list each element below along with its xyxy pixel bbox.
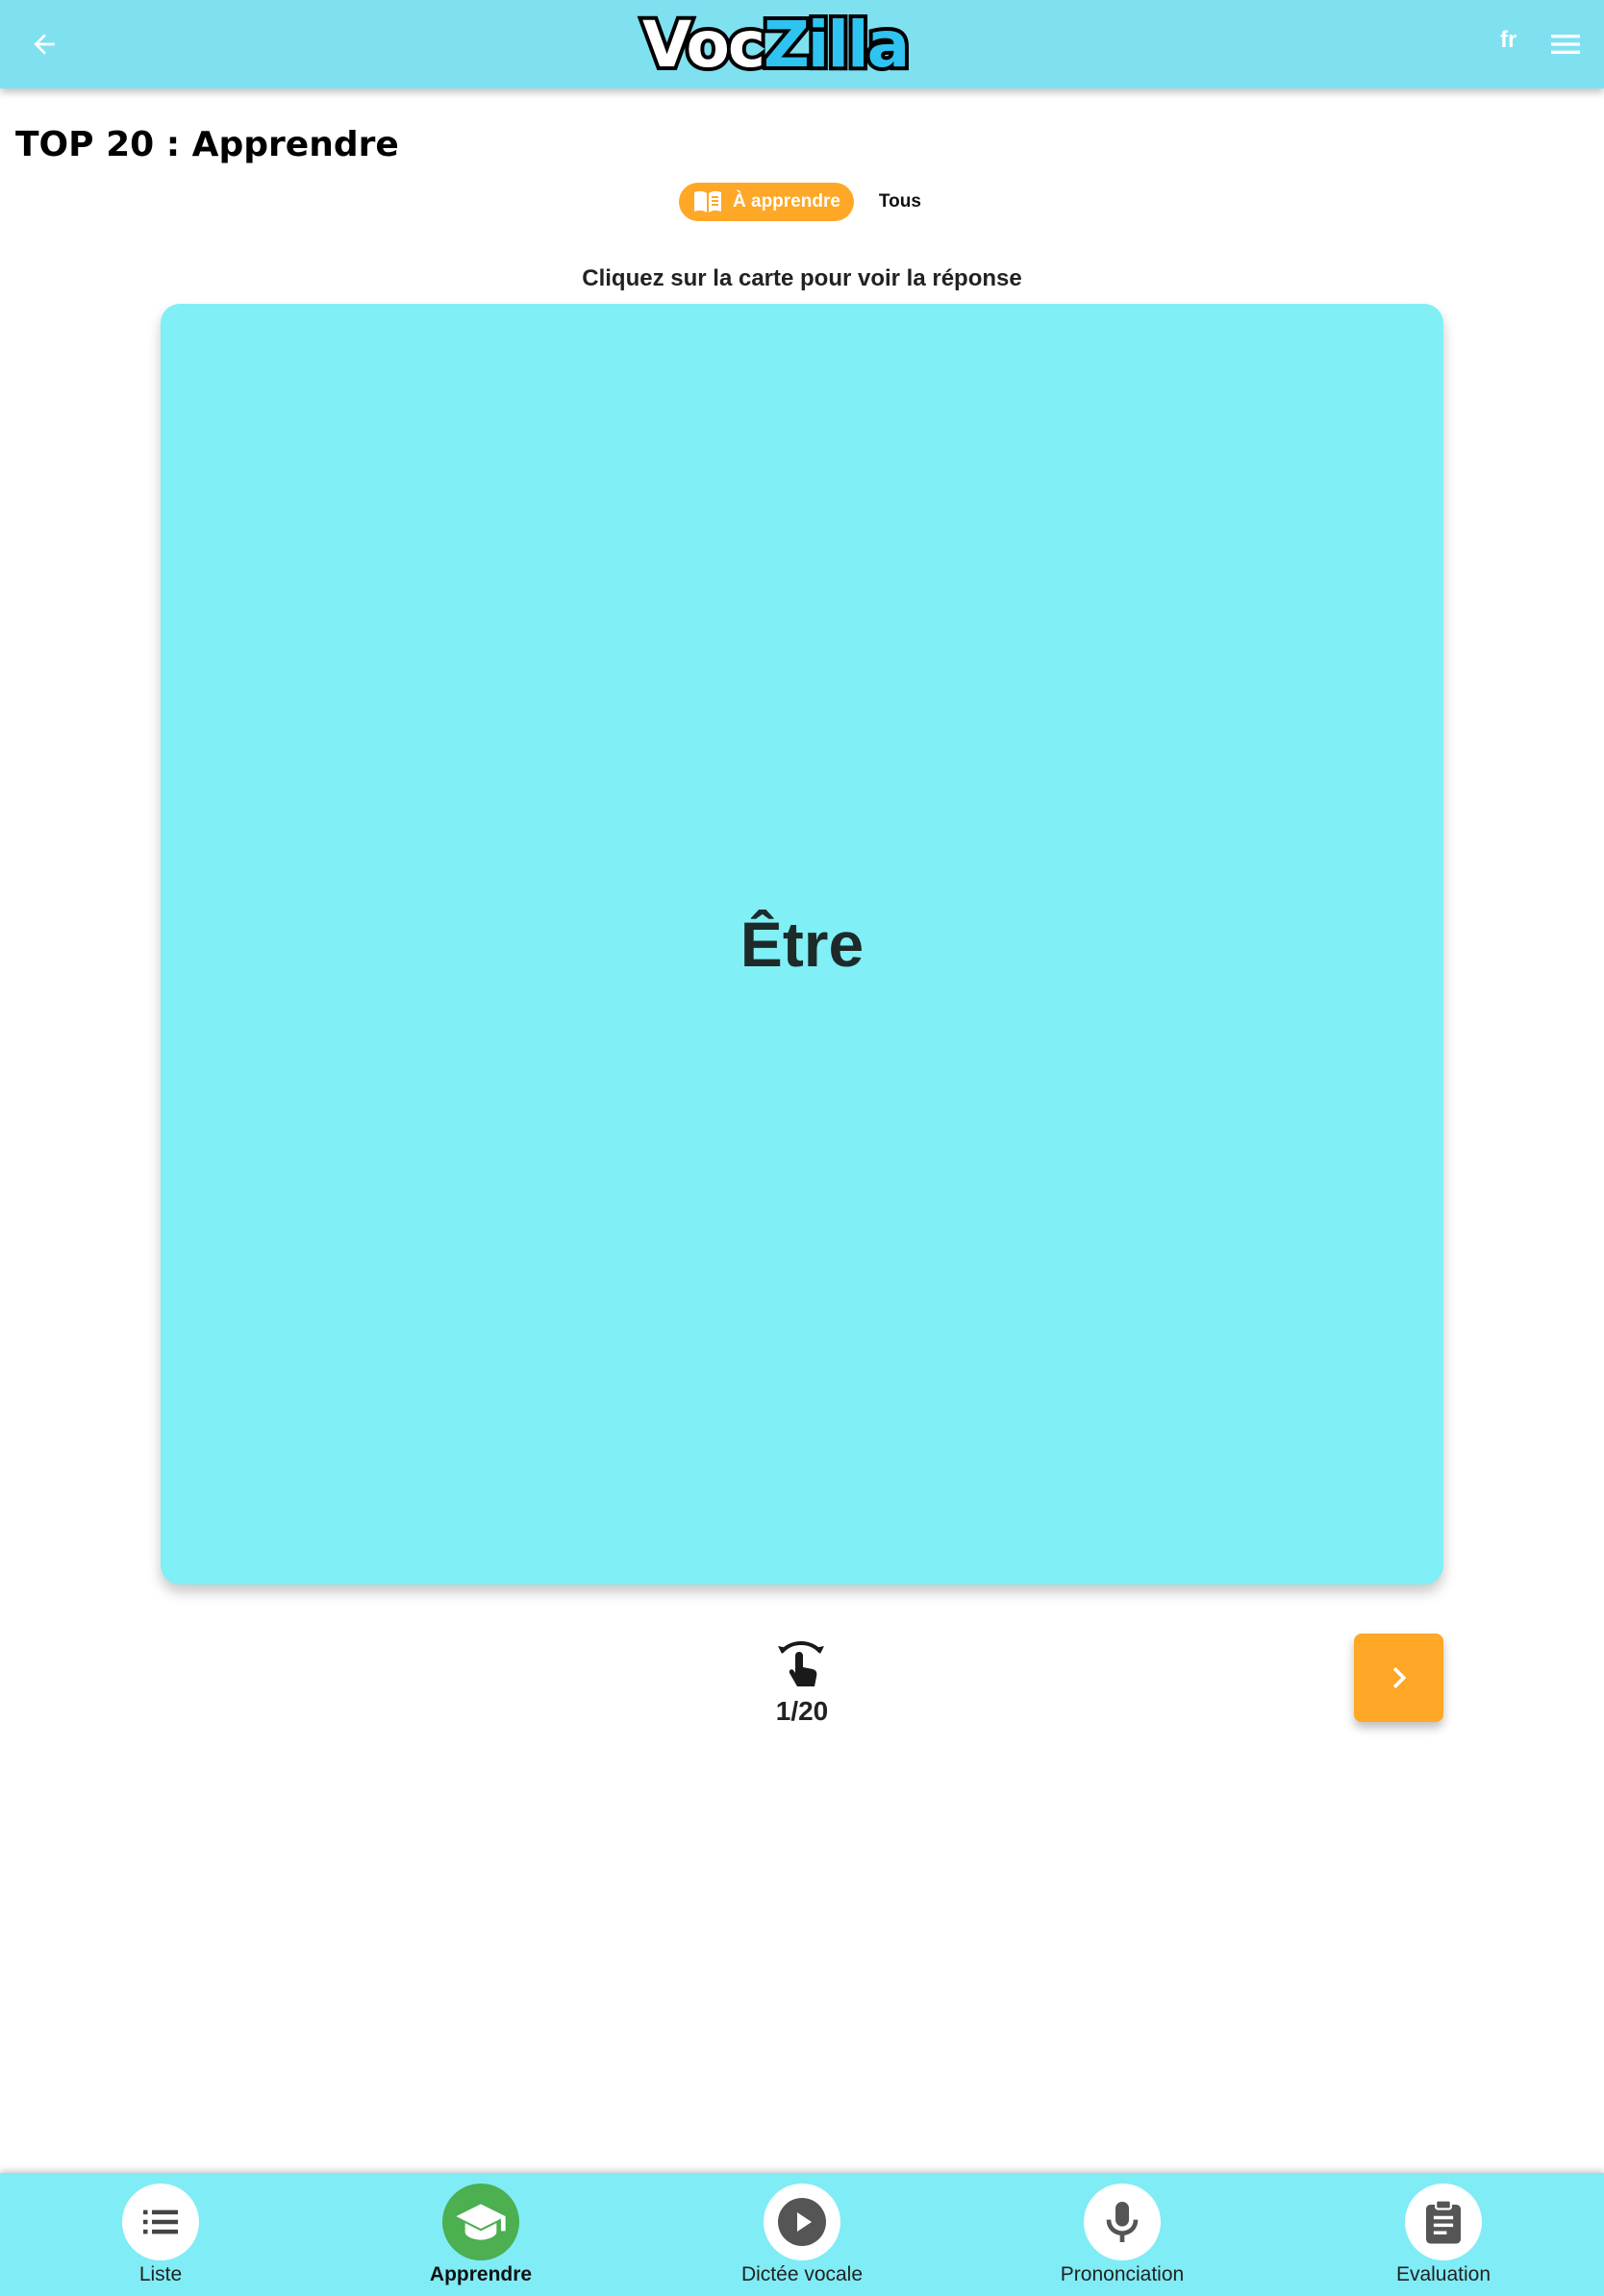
nav-item-evaluation[interactable]: Evaluation [1318, 2173, 1568, 2296]
nav-label-apprendre: Apprendre [429, 2263, 533, 2285]
tap-flip-icon [772, 1635, 830, 1692]
back-button[interactable] [21, 21, 67, 67]
next-card-button[interactable] [1354, 1634, 1443, 1722]
flash-card[interactable]: Être [161, 304, 1443, 1585]
language-selector[interactable]: fr [1500, 27, 1516, 54]
nav-item-liste[interactable]: Liste [36, 2173, 286, 2296]
hamburger-menu-icon [1551, 35, 1580, 54]
top-app-bar: VocZilla fr [0, 0, 1604, 88]
card-hint-text: Cliquez sur la carte pour voir la répons… [582, 265, 1022, 291]
filter-all-chip[interactable]: Tous [879, 191, 921, 212]
list-icon [143, 2209, 178, 2234]
nav-item-apprendre[interactable]: Apprendre [356, 2173, 606, 2296]
arrow-left-icon [34, 34, 55, 55]
menu-button[interactable] [1546, 25, 1585, 63]
chevron-right-icon [1392, 1667, 1406, 1688]
nav-item-prononciation[interactable]: Prononciation [997, 2173, 1247, 2296]
nav-item-dictee-vocale[interactable]: Dictée vocale [677, 2173, 927, 2296]
filter-chips: À apprendre Tous [679, 183, 921, 221]
filter-to-learn-label: À apprendre [733, 191, 840, 212]
voczilla-logo: VocZilla [639, 4, 914, 86]
play-circle-icon [778, 2198, 826, 2246]
card-word: Être [739, 909, 865, 980]
nav-label-liste: Liste [138, 2263, 183, 2285]
graduation-cap-icon [456, 2204, 506, 2240]
microphone-icon [1106, 2202, 1139, 2242]
nav-label-dictee-vocale: Dictée vocale [740, 2263, 864, 2285]
open-book-icon [694, 190, 721, 212]
filter-to-learn-chip[interactable]: À apprendre [679, 183, 854, 221]
nav-label-prononciation: Prononciation [1060, 2263, 1185, 2285]
clipboard-icon [1426, 2199, 1461, 2244]
nav-label-evaluation: Evaluation [1395, 2263, 1491, 2285]
page-title: TOP 20 : Apprendre [15, 125, 399, 164]
bottom-navigation: Liste Apprendre Dictée vocale Prononciat… [0, 2173, 1604, 2296]
